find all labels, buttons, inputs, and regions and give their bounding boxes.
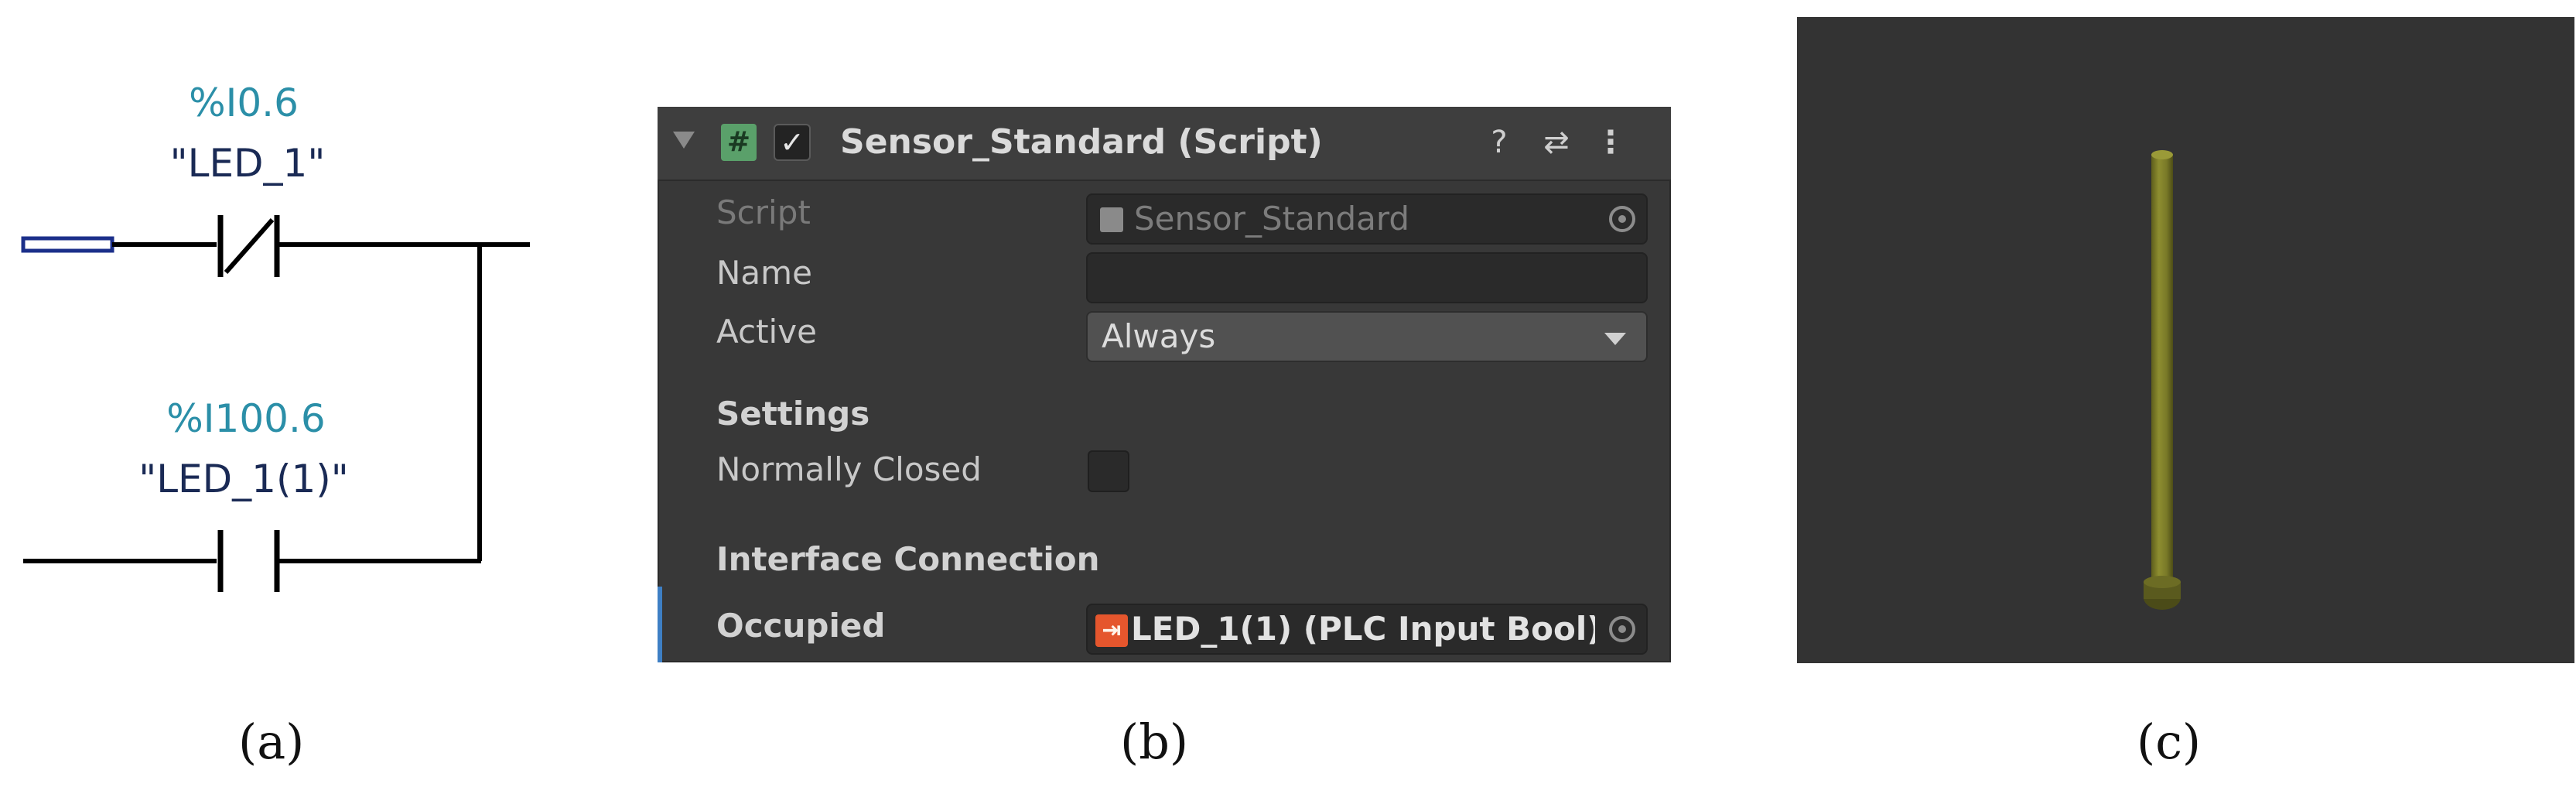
- interface-connection-header: Interface Connection: [716, 540, 1100, 578]
- occupied-label: Occupied: [716, 607, 886, 645]
- occupied-field-value: LED_1(1) (PLC Input Bool): [1131, 610, 1595, 648]
- nc-contact-tag: "LED_1": [170, 141, 326, 186]
- script-file-icon: [1100, 207, 1123, 232]
- no-contact-address: %I100.6: [166, 396, 325, 441]
- no-contact[interactable]: [217, 530, 280, 592]
- script-label: Script: [716, 193, 811, 231]
- nc-contact[interactable]: [217, 215, 280, 277]
- nc-contact-address: %I0.6: [189, 80, 299, 125]
- scene-viewport[interactable]: [1797, 17, 2574, 663]
- sensor-rod[interactable]: [2144, 150, 2181, 610]
- component-header: # ✓ Sensor_Standard (Script) ? ⇄ ⋮: [658, 107, 1671, 181]
- ladder-diagram: %I0.6 "LED_1" %I100.6 "LED_1(1)": [21, 80, 530, 592]
- rung-selection-marker[interactable]: [21, 236, 114, 253]
- active-label: Active: [716, 313, 817, 351]
- no-contact-tag: "LED_1(1)": [138, 457, 349, 501]
- settings-header: Settings: [716, 395, 870, 433]
- help-icon[interactable]: ?: [1481, 122, 1518, 163]
- caption-a: (a): [238, 713, 305, 770]
- object-picker-icon[interactable]: [1609, 616, 1635, 642]
- chevron-down-icon: [1604, 333, 1626, 345]
- inspector-panel: # ✓ Sensor_Standard (Script) ? ⇄ ⋮ Scrip…: [658, 107, 1671, 662]
- name-input[interactable]: [1086, 252, 1648, 303]
- presets-icon[interactable]: ⇄: [1538, 122, 1575, 163]
- object-picker-icon[interactable]: [1609, 206, 1635, 232]
- caption-c: (c): [2137, 713, 2202, 770]
- kebab-menu-icon[interactable]: ⋮: [1592, 122, 1629, 163]
- script-icon: #: [721, 124, 757, 161]
- script-field[interactable]: Sensor_Standard: [1086, 193, 1648, 245]
- script-field-value: Sensor_Standard: [1134, 200, 1410, 238]
- component-enabled-checkbox[interactable]: ✓: [774, 124, 811, 161]
- sensor-rod-render: [2144, 150, 2181, 610]
- plc-input-icon: ⇥: [1095, 614, 1128, 647]
- foldout-arrow-icon[interactable]: [673, 132, 695, 149]
- active-dropdown-value: Always: [1102, 317, 1216, 355]
- normally-closed-checkbox[interactable]: [1088, 450, 1129, 492]
- caption-b: (b): [1120, 713, 1189, 770]
- component-title: Sensor_Standard (Script): [840, 122, 1323, 162]
- normally-closed-label: Normally Closed: [716, 450, 982, 488]
- selection-accent-bar: [658, 587, 662, 662]
- occupied-field[interactable]: ⇥ LED_1(1) (PLC Input Bool): [1086, 604, 1648, 655]
- name-label: Name: [716, 254, 812, 292]
- active-dropdown[interactable]: Always: [1086, 311, 1648, 362]
